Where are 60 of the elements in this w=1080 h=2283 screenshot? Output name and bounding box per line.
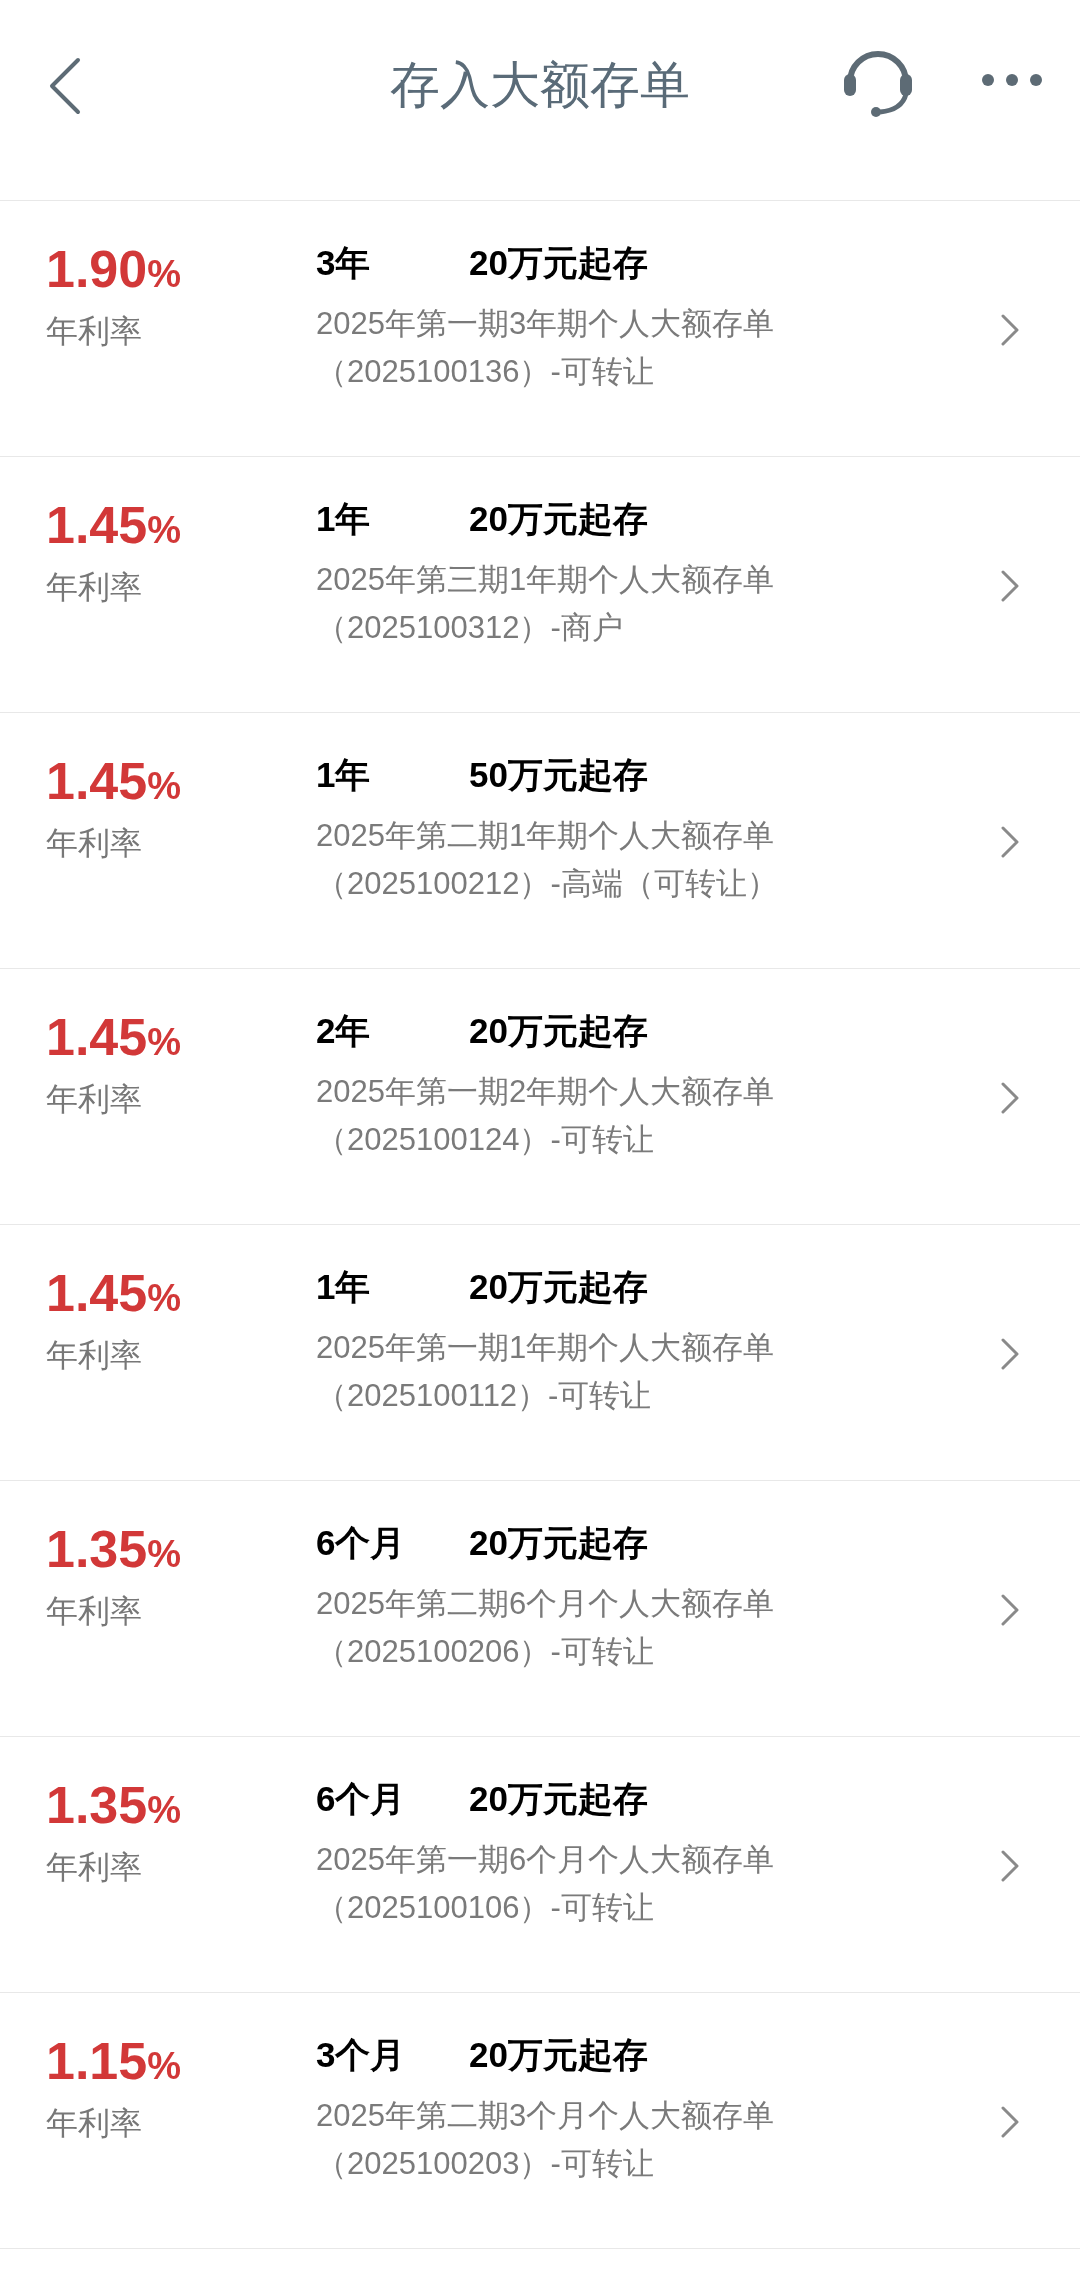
term: 6个月 [316, 1781, 407, 1816]
chevron-right-icon [1000, 825, 1020, 859]
chevron-right-icon [1000, 1849, 1020, 1883]
term: 1年 [316, 501, 372, 536]
interest-rate: 1.45% [46, 499, 181, 551]
product-description: 2025年第一期6个月个人大额存单（2025100106）-可转让 [316, 1841, 776, 1927]
product-description: 2025年第二期6个月个人大额存单（2025100206）-可转让 [316, 1585, 776, 1671]
minimum-amount: 20万元起存 [469, 2037, 648, 2072]
chevron-right-icon [1000, 1337, 1020, 1371]
product-row[interactable]: 1.45% 年利率 1年 20万元起存 2025年第一期1年期个人大额存单（2025100112）-可转让 [0, 1225, 1080, 1481]
minimum-amount: 50万元起存 [469, 757, 648, 792]
product-row[interactable]: 1.45% 年利率 2年 20万元起存 2025年第一期2年期个人大额存单（2025100124）-可转让 [0, 969, 1080, 1225]
minimum-amount: 20万元起存 [469, 1269, 648, 1304]
product-description: 2025年第二期1年期个人大额存单（2025100212）-高端（可转让） [316, 817, 779, 903]
rate-label: 年利率 [46, 827, 142, 859]
minimum-amount: 20万元起存 [469, 1013, 648, 1048]
minimum-amount: 20万元起存 [469, 501, 648, 536]
chevron-right-icon [1000, 1081, 1020, 1115]
term: 6个月 [316, 1525, 407, 1560]
chevron-right-icon [1000, 313, 1020, 347]
rate-label: 年利率 [46, 1851, 142, 1883]
product-description: 2025年第一期1年期个人大额存单（2025100112）-可转让 [316, 1329, 776, 1415]
term: 2年 [316, 1013, 372, 1048]
product-description: 2025年第二期3个月个人大额存单（2025100203）-可转让 [316, 2097, 776, 2183]
product-row[interactable]: 1.35% 年利率 6个月 20万元起存 2025年第二期6个月个人大额存单（2025100206）-可转让 [0, 1481, 1080, 1737]
term: 3年 [316, 245, 372, 280]
product-row[interactable]: 1.15% 年利率 3个月 20万元起存 2025年第二期3个月个人大额存单（2025100203）-可转让 [0, 1993, 1080, 2249]
more-button[interactable] [980, 72, 1044, 88]
rate-label: 年利率 [46, 1083, 142, 1115]
term: 1年 [316, 757, 372, 792]
rate-label: 年利率 [46, 315, 142, 347]
interest-rate: 1.45% [46, 1011, 181, 1063]
product-description: 2025年第三期1年期个人大额存单（2025100312）-商户 [316, 561, 776, 647]
interest-rate: 1.45% [46, 755, 181, 807]
minimum-amount: 20万元起存 [469, 1781, 648, 1816]
chevron-right-icon [1000, 569, 1020, 603]
rate-label: 年利率 [46, 1595, 142, 1627]
term: 1年 [316, 1269, 372, 1304]
product-row[interactable]: 1.35% 年利率 6个月 20万元起存 2025年第一期6个月个人大额存单（2025100106）-可转让 [0, 1737, 1080, 1993]
interest-rate: 1.15% [46, 2035, 181, 2087]
page-title: 存入大额存单 [390, 55, 690, 115]
rate-label: 年利率 [46, 1339, 142, 1371]
product-row[interactable]: 1.90% 年利率 3年 20万元起存 2025年第一期3年期个人大额存单（2025100136）-可转让 [0, 201, 1080, 457]
product-row[interactable]: 1.45% 年利率 1年 20万元起存 2025年第三期1年期个人大额存单（2025100312）-商户 [0, 457, 1080, 713]
chevron-right-icon [1000, 2105, 1020, 2139]
back-icon [48, 57, 82, 115]
chevron-right-icon [1000, 1593, 1020, 1627]
more-icon [980, 72, 1044, 88]
minimum-amount: 20万元起存 [469, 1525, 648, 1560]
interest-rate: 1.35% [46, 1523, 181, 1575]
minimum-amount: 20万元起存 [469, 245, 648, 280]
interest-rate: 1.35% [46, 1779, 181, 1831]
product-description: 2025年第一期2年期个人大额存单（2025100124）-可转让 [316, 1073, 776, 1159]
interest-rate: 1.90% [46, 243, 181, 295]
rate-label: 年利率 [46, 571, 142, 603]
product-description: 2025年第一期3年期个人大额存单（2025100136）-可转让 [316, 305, 776, 391]
interest-rate: 1.45% [46, 1267, 181, 1319]
product-row[interactable]: 1.45% 年利率 1年 50万元起存 2025年第二期1年期个人大额存单（2025100212）-高端（可转让） [0, 713, 1080, 969]
term: 3个月 [316, 2037, 407, 2072]
rate-label: 年利率 [46, 2107, 142, 2139]
